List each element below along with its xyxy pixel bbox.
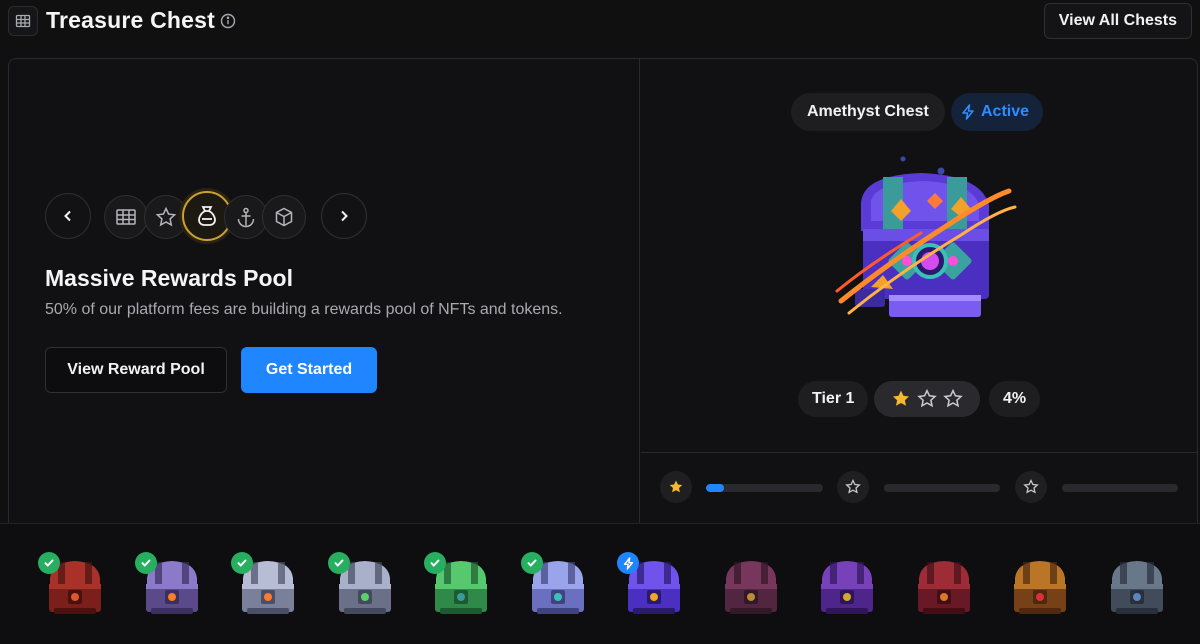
chest-thumbnail-crimson[interactable] <box>38 552 110 622</box>
carousel-next-button[interactable] <box>321 193 367 239</box>
treasure-map-icon[interactable] <box>8 6 38 36</box>
feature-panel: Massive Rewards Pool 50% of our platform… <box>9 59 640 525</box>
percent-badge: 4% <box>989 381 1041 417</box>
status-badge: Active <box>951 93 1044 131</box>
carousel-prev-button[interactable] <box>45 193 91 239</box>
chest-selector-strip <box>0 523 1200 644</box>
main-card: Massive Rewards Pool 50% of our platform… <box>8 58 1198 528</box>
feature-carousel <box>45 191 375 241</box>
page-title: Treasure Chest <box>46 7 215 33</box>
completed-check-icon <box>134 552 157 574</box>
chest-thumbnail-image <box>724 561 777 614</box>
view-all-chests-button[interactable]: View All Chests <box>1043 3 1192 39</box>
amethyst-chest-illustration <box>835 156 1017 317</box>
chest-thumbnail-royal-purple[interactable] <box>812 552 882 622</box>
chest-thumbnail-ruby[interactable] <box>909 552 979 622</box>
view-reward-pool-button[interactable]: View Reward Pool <box>45 347 227 393</box>
chest-thumbnail-emerald[interactable] <box>424 552 496 622</box>
chest-thumbnail-plum-gold[interactable] <box>716 552 786 622</box>
completed-check-icon <box>231 552 253 574</box>
tier-badge: Tier 1 <box>798 381 869 417</box>
completed-check-icon <box>520 552 543 574</box>
chest-thumbnail-golden[interactable] <box>1005 552 1075 622</box>
tier-stars <box>874 381 980 417</box>
progress-track <box>1062 484 1178 492</box>
completed-check-icon <box>38 552 60 574</box>
feature-description: 50% of our platform fees are building a … <box>45 301 563 318</box>
chest-thumbnail-silver-orange[interactable] <box>231 552 303 622</box>
page-header: Treasure Chest View All Chests <box>0 0 1200 44</box>
completed-check-icon <box>424 552 446 574</box>
completed-check-icon <box>327 552 350 574</box>
chest-thumbnail-lavender-teal[interactable] <box>520 552 593 622</box>
status-label: Active <box>981 103 1030 120</box>
lightning-icon <box>962 104 974 120</box>
feature-treasure-map-icon[interactable] <box>104 195 148 239</box>
progress-star-icon <box>1015 471 1047 503</box>
feature-title: Massive Rewards Pool <box>45 265 293 291</box>
chest-panel: Amethyst Chest Active Tier 1 4% <box>641 59 1197 525</box>
get-started-button[interactable]: Get Started <box>241 347 377 393</box>
active-lightning-icon <box>617 552 639 574</box>
star-filled-icon <box>893 390 909 406</box>
chest-thumbnail-slate-blue[interactable] <box>1102 552 1172 622</box>
progress-track <box>884 484 1000 492</box>
chest-name-badge: Amethyst Chest <box>791 93 945 131</box>
chest-thumbnail-image <box>821 561 873 614</box>
chest-thumbnail-image <box>917 561 970 614</box>
chevron-left-icon <box>64 210 71 222</box>
progress-star-icon <box>837 471 869 503</box>
chest-thumbnail-image <box>1014 561 1066 614</box>
progress-fill <box>706 484 724 492</box>
chest-thumbnail-amethyst[interactable] <box>617 552 689 622</box>
star-empty-icon <box>917 389 937 408</box>
progress-star-icon <box>660 471 692 503</box>
chest-thumbnail-steel-green[interactable] <box>327 552 400 622</box>
chevron-right-icon <box>341 210 348 222</box>
progress-track <box>706 484 823 492</box>
chest-thumbnail-violet-orange[interactable] <box>134 552 207 622</box>
feature-cube-icon[interactable] <box>262 195 306 239</box>
chest-thumbnail-image <box>1110 561 1163 614</box>
feature-icon-strip <box>104 191 310 241</box>
info-icon[interactable] <box>220 13 236 29</box>
star-empty-icon <box>943 389 963 408</box>
tier-progress <box>641 452 1197 525</box>
